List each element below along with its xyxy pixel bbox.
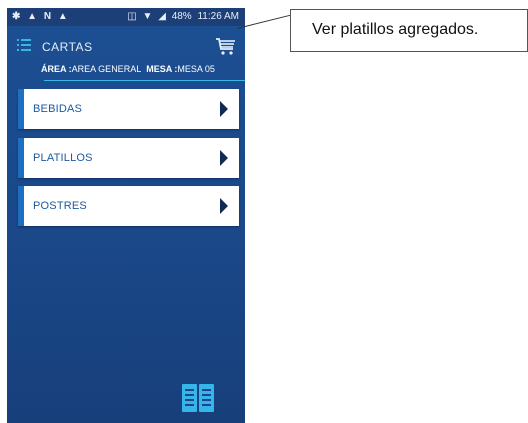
callout-text: Ver platillos agregados. [312, 21, 479, 38]
item-accent [18, 89, 24, 129]
table-info: ÁREA :AREA GENERAL MESA :MESA 05 [41, 64, 215, 74]
menu-item-label: BEBIDAS [33, 103, 83, 115]
app-bar: CARTAS [7, 26, 245, 64]
area-label: ÁREA : [41, 64, 72, 74]
item-accent [18, 186, 24, 226]
item-accent [18, 138, 24, 178]
area-value: AREA GENERAL [71, 64, 142, 74]
phone-screen: ✱ ▲ N ▲ ◫ ▼ ◢ 48% 11:26 AM CARTAS ÁREA:… [7, 8, 245, 423]
vibrate-icon: ◫ [127, 11, 137, 22]
menu-item-label: POSTRES [33, 200, 87, 212]
menu-book-icon[interactable] [181, 382, 215, 414]
status-icons: ✱ ▲ N ▲ [12, 11, 70, 22]
menu-item-bebidas[interactable]: BEBIDAS [18, 89, 239, 129]
menu-icon[interactable] [17, 39, 31, 51]
cart-icon[interactable] [215, 36, 237, 56]
battery-percent: 48% [171, 11, 192, 22]
mesa-value: MESA 05 [177, 64, 215, 74]
app-title: CARTAS [42, 40, 93, 54]
menu-item-postres[interactable]: POSTRES [18, 186, 239, 226]
menu-item-platillos[interactable]: PLATILLOS [18, 138, 239, 178]
callout-box: Ver platillos agregados. [290, 9, 528, 52]
chevron-right-icon [220, 101, 228, 117]
menu-item-label: PLATILLOS [33, 152, 93, 164]
status-right: ◫ ▼ ◢ 48% 11:26 AM [124, 11, 239, 22]
mesa-label: MESA : [146, 64, 178, 74]
info-underline [44, 80, 245, 81]
status-bar: ✱ ▲ N ▲ ◫ ▼ ◢ 48% 11:26 AM [7, 8, 245, 26]
chevron-right-icon [220, 150, 228, 166]
status-time: 11:26 AM [197, 11, 239, 22]
callout-connector [237, 14, 291, 29]
chevron-right-icon [220, 198, 228, 214]
wifi-icon: ▼ [142, 11, 153, 22]
signal-icon: ◢ [158, 11, 166, 22]
